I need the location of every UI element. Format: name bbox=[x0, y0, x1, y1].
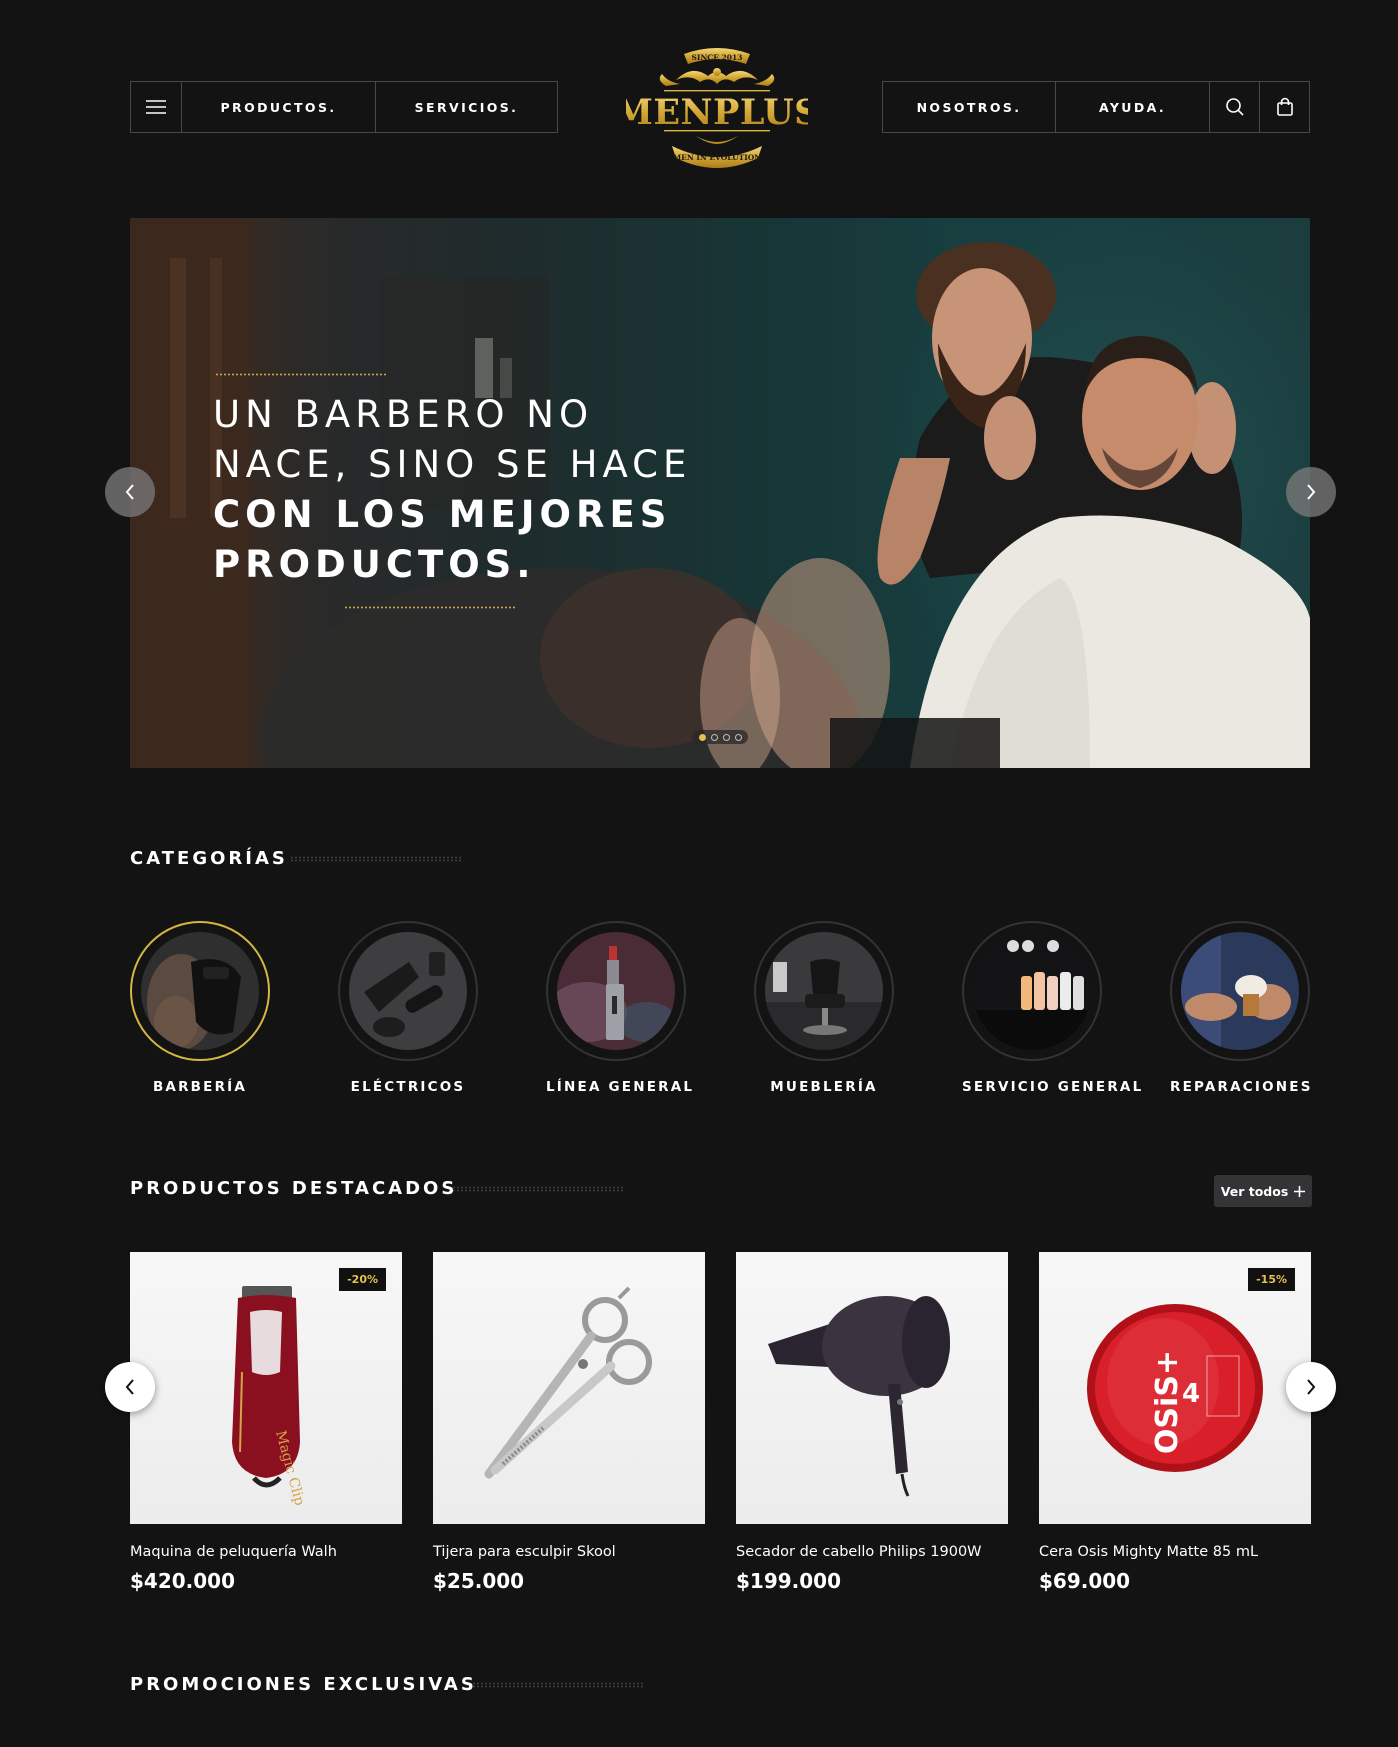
nav-nosotros-label: NOSOTROS. bbox=[916, 99, 1022, 115]
product-price: $25.000 bbox=[433, 1569, 525, 1593]
hero-bottom-dots bbox=[344, 606, 516, 609]
category-label: REPARACIONES bbox=[1170, 1079, 1313, 1095]
category-electricos[interactable]: ELÉCTRICOS bbox=[338, 921, 478, 1095]
hero-line-3: CON LOS MEJORES bbox=[213, 493, 672, 536]
featured-title-dots bbox=[452, 1186, 624, 1192]
product-name[interactable]: Tijera para esculpir Skool bbox=[433, 1544, 705, 1560]
product-price: $69.000 bbox=[1039, 1569, 1131, 1593]
hero-next-button[interactable] bbox=[1286, 467, 1336, 517]
svg-text:OSiS+: OSiS+ bbox=[1150, 1350, 1185, 1454]
nav-ayuda-label: AYUDA. bbox=[1098, 99, 1167, 115]
product-name[interactable]: Maquina de peluquería Walh bbox=[130, 1544, 402, 1560]
hero-line-2: NACE, SINO SE HACE bbox=[213, 443, 692, 486]
discount-badge: -15% bbox=[1248, 1268, 1295, 1291]
chevron-right-icon bbox=[1307, 1379, 1316, 1395]
category-linea-general[interactable]: LÍNEA GENERAL bbox=[546, 921, 695, 1095]
hero-dot-3[interactable] bbox=[722, 733, 730, 741]
product-price: $420.000 bbox=[130, 1569, 236, 1593]
shopping-bag-icon bbox=[1276, 97, 1293, 116]
nav-servicios-label: SERVICIOS. bbox=[414, 99, 519, 115]
hero-dot-2[interactable] bbox=[710, 733, 718, 741]
logo-emblem: SINCE 2013 MENPLUS MEN IN EVOLUTION bbox=[614, 48, 819, 168]
product-image[interactable]: Magic Clip -20% bbox=[130, 1252, 402, 1524]
product-image[interactable]: OSiS+ 4 -15% bbox=[1039, 1252, 1311, 1524]
logo-brand: MENPLUS bbox=[626, 92, 808, 133]
product-name[interactable]: Secador de cabello Philips 1900W bbox=[736, 1544, 1008, 1560]
brand-logo[interactable]: SINCE 2013 MENPLUS MEN IN EVOLUTION bbox=[614, 40, 819, 170]
chevron-left-icon bbox=[125, 1379, 134, 1395]
category-label: BARBERÍA bbox=[152, 1079, 248, 1095]
plus-icon bbox=[1294, 1185, 1306, 1197]
chevron-left-icon bbox=[125, 484, 134, 500]
category-ring bbox=[338, 921, 478, 1061]
category-linea-general-image bbox=[557, 932, 675, 1050]
category-ring bbox=[754, 921, 894, 1061]
main-nav-left: PRODUCTOS. SERVICIOS. bbox=[130, 81, 558, 133]
nav-productos-label: PRODUCTOS. bbox=[220, 99, 337, 115]
chevron-right-icon bbox=[1307, 484, 1316, 500]
featured-title: PRODUCTOS DESTACADOS bbox=[130, 1178, 458, 1199]
hero-dot-4[interactable] bbox=[734, 733, 742, 741]
hero-line-1: UN BARBERO NO bbox=[213, 393, 594, 436]
menu-icon bbox=[146, 100, 166, 114]
nav-ayuda[interactable]: AYUDA. bbox=[1056, 82, 1210, 132]
search-button[interactable] bbox=[1210, 82, 1260, 132]
wax-jar-image: OSiS+ 4 bbox=[1087, 1304, 1263, 1472]
category-electricos-image bbox=[349, 932, 467, 1050]
hero-prev-button[interactable] bbox=[105, 467, 155, 517]
hero-dot-1[interactable] bbox=[698, 733, 706, 741]
products-next-button[interactable] bbox=[1286, 1362, 1336, 1412]
categories-title-dots bbox=[290, 856, 462, 862]
hero-line-4: PRODUCTOS. bbox=[213, 543, 536, 586]
view-all-button[interactable]: Ver todos bbox=[1214, 1175, 1312, 1207]
product-card[interactable]: Tijera para esculpir Skool $25.000 bbox=[433, 1252, 705, 1593]
category-reparaciones[interactable]: REPARACIONES bbox=[1170, 921, 1310, 1095]
product-name[interactable]: Cera Osis Mighty Matte 85 mL bbox=[1039, 1544, 1311, 1560]
product-price: $199.000 bbox=[736, 1569, 842, 1593]
products-prev-button[interactable] bbox=[105, 1362, 155, 1412]
category-reparaciones-image bbox=[1181, 932, 1299, 1050]
discount-badge: -20% bbox=[339, 1268, 386, 1291]
product-card[interactable]: Secador de cabello Philips 1900W $199.00… bbox=[736, 1252, 1008, 1593]
nav-nosotros[interactable]: NOSOTROS. bbox=[883, 82, 1056, 132]
category-servicio-general[interactable]: SERVICIO GENERAL bbox=[962, 921, 1144, 1095]
view-all-label: Ver todos bbox=[1220, 1183, 1289, 1199]
product-image[interactable] bbox=[433, 1252, 705, 1524]
category-ring bbox=[546, 921, 686, 1061]
hair-dryer-image bbox=[768, 1296, 950, 1497]
svg-text:4: 4 bbox=[1182, 1379, 1200, 1409]
category-ring bbox=[130, 921, 270, 1061]
cart-button[interactable] bbox=[1260, 82, 1309, 132]
category-muebleria[interactable]: MUEBLERÍA bbox=[754, 921, 894, 1095]
product-card[interactable]: Magic Clip -20% Maquina de peluquería Wa… bbox=[130, 1252, 402, 1593]
hero-top-dots bbox=[215, 373, 387, 376]
category-label: LÍNEA GENERAL bbox=[546, 1079, 695, 1095]
nav-productos[interactable]: PRODUCTOS. bbox=[182, 82, 376, 132]
main-nav-right: NOSOTROS. AYUDA. bbox=[882, 81, 1310, 133]
search-icon bbox=[1225, 98, 1244, 116]
hero-pagination bbox=[692, 730, 748, 744]
categories-title: CATEGORÍAS bbox=[130, 848, 288, 869]
hair-clipper-image: Magic Clip bbox=[232, 1286, 308, 1507]
category-ring bbox=[962, 921, 1102, 1061]
category-label: SERVICIO GENERAL bbox=[962, 1079, 1144, 1095]
logo-tagline: MEN IN EVOLUTION bbox=[673, 153, 761, 162]
hero-headline: UN BARBERO NO NACE, SINO SE HACE CON LOS… bbox=[213, 390, 691, 590]
hero-banner: UN BARBERO NO NACE, SINO SE HACE CON LOS… bbox=[130, 218, 1310, 768]
promotions-title-dots bbox=[472, 1682, 644, 1688]
menu-button[interactable] bbox=[131, 82, 182, 132]
promotions-title: PROMOCIONES EXCLUSIVAS bbox=[130, 1674, 477, 1695]
category-muebleria-image bbox=[765, 932, 883, 1050]
category-barberia[interactable]: BARBERÍA bbox=[130, 921, 270, 1095]
category-label: ELÉCTRICOS bbox=[350, 1079, 466, 1095]
logo-since: SINCE 2013 bbox=[692, 53, 743, 62]
category-servicio-general-image bbox=[973, 932, 1091, 1050]
category-label: MUEBLERÍA bbox=[770, 1079, 878, 1095]
nav-servicios[interactable]: SERVICIOS. bbox=[376, 82, 557, 132]
product-image[interactable] bbox=[736, 1252, 1008, 1524]
product-card[interactable]: OSiS+ 4 -15% Cera Osis Mighty Matte 85 m… bbox=[1039, 1252, 1311, 1593]
scissors-image bbox=[484, 1286, 652, 1479]
category-ring bbox=[1170, 921, 1310, 1061]
category-barberia-image bbox=[141, 932, 259, 1050]
